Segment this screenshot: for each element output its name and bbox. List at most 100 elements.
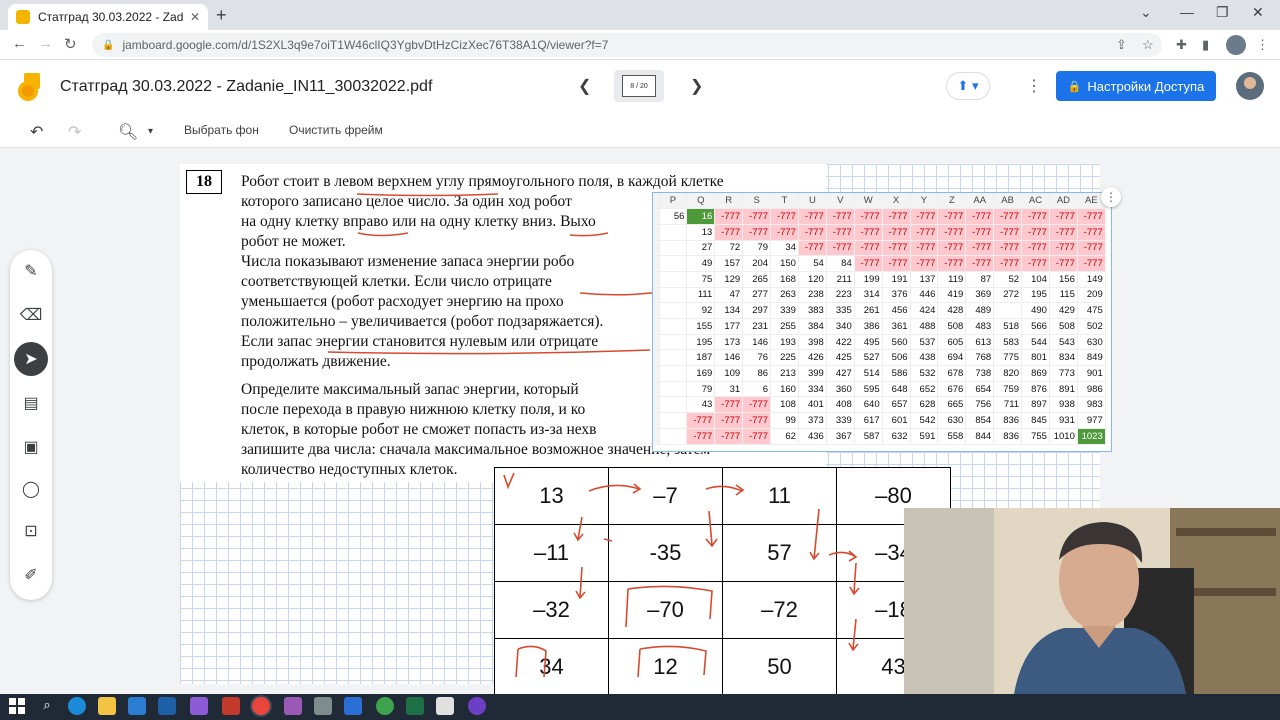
- sheet-cell: -777: [1049, 255, 1078, 272]
- media-app-icon[interactable]: [376, 697, 394, 715]
- extensions-icon[interactable]: ✚: [1176, 37, 1187, 53]
- zoom-dropdown-icon[interactable]: ▾: [148, 126, 153, 137]
- clear-frame-button[interactable]: Очистить фрейм: [289, 123, 383, 137]
- pencil-app-icon[interactable]: [314, 697, 332, 715]
- set-background-button[interactable]: Выбрать фон: [184, 123, 259, 137]
- sticky-note-tool[interactable]: ▤: [14, 386, 48, 420]
- file-explorer-icon[interactable]: [98, 697, 116, 715]
- sheet-cell: -777: [910, 208, 939, 225]
- sheet-cell: 591: [910, 428, 939, 445]
- recorder-icon[interactable]: [468, 697, 486, 715]
- browser-menu-icon[interactable]: ⋮: [1256, 37, 1269, 53]
- upload-share-button[interactable]: ⬆ ▾: [946, 72, 990, 100]
- sheet-cell: 428: [937, 302, 967, 319]
- search-icon[interactable]: ⌕: [38, 697, 56, 715]
- more-options-icon[interactable]: ⋮: [1026, 76, 1042, 96]
- sheet-cell: 115: [1049, 287, 1078, 304]
- sheet-cell: -777: [910, 224, 939, 241]
- image-tool[interactable]: ▣: [14, 430, 48, 464]
- sheet-cell: 209: [1077, 287, 1106, 304]
- sheet-cell: 383: [798, 302, 827, 319]
- sheet-cell: 204: [742, 255, 772, 272]
- column-header-row: P Q R S T U V W X Y Z AA AB AC AD AE: [653, 193, 1106, 210]
- forward-icon[interactable]: →: [38, 35, 53, 52]
- app-icon[interactable]: [222, 697, 240, 715]
- zoom-icon[interactable]: 🔍︎: [118, 122, 138, 142]
- sheet-cell: 901: [1077, 365, 1106, 382]
- sheet-row: 92 134 297 339 383 335 261 456 424 428 489 490 429 47…: [653, 302, 1106, 319]
- sheet-cell: 542: [910, 412, 939, 429]
- sheet-cell: 756: [965, 396, 995, 414]
- frame-bar-button[interactable]: 8 / 20: [614, 70, 664, 102]
- image-options-icon[interactable]: ⋮: [1101, 187, 1121, 207]
- browser-profile-avatar[interactable]: [1226, 35, 1246, 55]
- problem-line: клеток, в которые робот не сможет попаст…: [241, 421, 597, 438]
- edge-icon[interactable]: [68, 697, 86, 715]
- sheet-cell: -777: [1077, 240, 1106, 257]
- next-frame-button[interactable]: ❯: [690, 76, 703, 96]
- sheet-cell: 168: [770, 271, 799, 288]
- new-tab-button[interactable]: +: [216, 5, 227, 26]
- excel-icon[interactable]: [406, 697, 424, 715]
- window-close-icon[interactable]: ✕: [1252, 4, 1264, 21]
- windows-start-icon[interactable]: [8, 697, 26, 715]
- sheet-cell: 173: [714, 334, 744, 351]
- sheet-cell: -777: [854, 224, 883, 241]
- sheet-cell: -777: [993, 208, 1023, 225]
- sheet-cell: 595: [854, 381, 883, 398]
- prev-frame-button[interactable]: ❮: [578, 76, 591, 96]
- notepad-icon[interactable]: [436, 697, 454, 715]
- chrome-icon[interactable]: [252, 697, 270, 715]
- sheet-cell: 129: [714, 271, 744, 288]
- store-icon[interactable]: [158, 697, 176, 715]
- share-icon[interactable]: ⇪: [1116, 37, 1127, 53]
- sheet-cell: -777: [854, 208, 883, 225]
- browser-tab[interactable]: Статград 30.03.2022 - Zadanie_IN ✕: [8, 4, 208, 30]
- pen-tool[interactable]: ✎: [14, 254, 48, 288]
- side-panel-icon[interactable]: ▮: [1202, 37, 1209, 53]
- word-icon[interactable]: [128, 697, 146, 715]
- bookmark-star-icon[interactable]: ☆: [1142, 37, 1154, 53]
- sheet-cell: -777: [993, 224, 1023, 241]
- undo-icon[interactable]: ↶: [30, 122, 43, 142]
- sheet-cell: -777: [937, 208, 967, 225]
- sheet-cell: -777: [714, 396, 744, 414]
- sheet-row: 49 157 204 150 54 84 -777 -777 -777 -777 -777 -777-…: [653, 255, 1106, 272]
- select-tool[interactable]: ➤: [14, 342, 48, 376]
- sheet-cell: -777: [965, 224, 995, 241]
- pen-app-icon[interactable]: [284, 697, 302, 715]
- back-icon[interactable]: ←: [12, 35, 27, 52]
- sheet-cell: -777: [798, 208, 827, 225]
- screen: Статград 30.03.2022 - Zadanie_IN ✕ + ⌄ —…: [0, 0, 1280, 720]
- sheet-cell: 231: [742, 318, 772, 335]
- account-avatar[interactable]: [1236, 72, 1264, 100]
- sheet-cell: 665: [937, 396, 967, 414]
- circle-tool[interactable]: ◯: [14, 472, 48, 506]
- maximize-icon[interactable]: ❐: [1216, 4, 1229, 21]
- eraser-tool[interactable]: ⌫: [14, 298, 48, 332]
- jam-title[interactable]: Статград 30.03.2022 - Zadanie_IN11_30032…: [60, 78, 432, 96]
- sheet-row: 75 129 265 168 120 211 199 191 137 119 87 52 104 156 1…: [653, 271, 1106, 288]
- path-arrows: [503, 472, 860, 678]
- minimize-icon[interactable]: —: [1180, 4, 1194, 20]
- column-header: AB: [993, 193, 1023, 210]
- sheet-cell: 489: [965, 302, 995, 319]
- share-access-button[interactable]: 🔒 Настройки Доступа: [1056, 71, 1216, 101]
- sheet-cell: 834: [1049, 349, 1078, 367]
- sheet-cell: 199: [854, 271, 883, 288]
- redo-icon[interactable]: ↷: [68, 122, 81, 142]
- spreadsheet-image[interactable]: P Q R S T U V W X Y Z AA AB AC AD AE 56 16 -777 -777 -777 -77…: [652, 187, 1121, 452]
- screen-app-icon[interactable]: [344, 697, 362, 715]
- laser-tool[interactable]: ✐: [14, 558, 48, 592]
- tab-search-icon[interactable]: ⌄: [1140, 4, 1152, 21]
- reload-icon[interactable]: ↻: [64, 35, 77, 53]
- tab-close-icon[interactable]: ✕: [190, 10, 200, 24]
- sheet-cell: 49: [686, 255, 716, 272]
- sheet-cell: 297: [742, 302, 772, 319]
- text-box-tool[interactable]: ⊡: [14, 514, 48, 548]
- sheet-cell: 225: [770, 349, 799, 367]
- url-field[interactable]: 🔒 jamboard.google.com/d/1S2XL3q9e7oiT1W4…: [92, 33, 1162, 57]
- circle-icon: ◯: [22, 481, 40, 498]
- visual-studio-icon[interactable]: [190, 697, 208, 715]
- lock-icon: 🔒: [102, 39, 115, 51]
